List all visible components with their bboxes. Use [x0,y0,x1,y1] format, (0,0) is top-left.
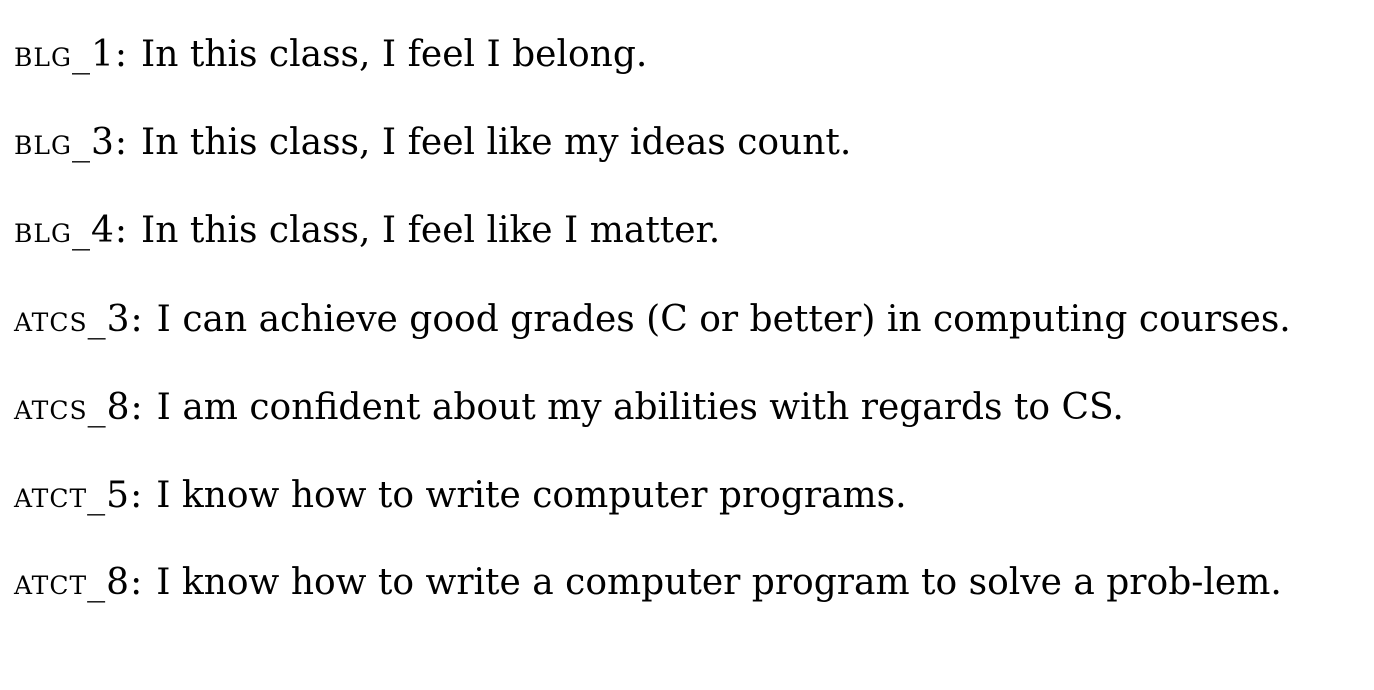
item-colon: : [130,562,143,603]
item-code: BLG_1 [14,34,115,75]
item-colon: : [114,122,127,163]
item-code: BLG_4 [14,210,115,251]
item-statement: In this class, I feel like I matter. [141,210,721,251]
item-colon: : [114,34,127,75]
survey-item-atct-5: ATCT_5: I know how to write computer prog… [14,468,1344,524]
item-code: ATCS_3 [14,299,131,340]
item-code: ATCT_8 [14,562,131,603]
item-colon: : [130,299,143,340]
item-colon: : [114,210,127,251]
survey-item-atcs-8: ATCS_8: I am confident about my abilities… [14,380,1344,436]
survey-item-blg-3: BLG_3: In this class, I feel like my idea… [14,115,1344,171]
item-statement: I know how to write computer programs. [156,475,907,516]
item-statement: I am confident about my abilities with r… [156,387,1124,428]
item-statement: I know how to write a computer program t… [156,562,1282,603]
item-code: ATCT_5 [14,475,131,516]
survey-item-blg-4: BLG_4: In this class, I feel like I matte… [14,203,1344,259]
item-statement: In this class, I feel I belong. [141,34,648,75]
item-statement: In this class, I feel like my ideas coun… [141,122,852,163]
item-statement: I can achieve good grades (C or better) … [156,299,1291,340]
item-colon: : [130,387,143,428]
survey-item-blg-1: BLG_1: In this class, I feel I belong. [14,27,1344,83]
survey-item-atcs-3: ATCS_3: I can achieve good grades (C or b… [14,292,1344,348]
survey-item-atct-8: ATCT_8: I know how to write a computer pr… [14,556,1344,610]
item-colon: : [130,475,143,516]
item-code: ATCS_8 [14,387,131,428]
item-code: BLG_3 [14,122,115,163]
